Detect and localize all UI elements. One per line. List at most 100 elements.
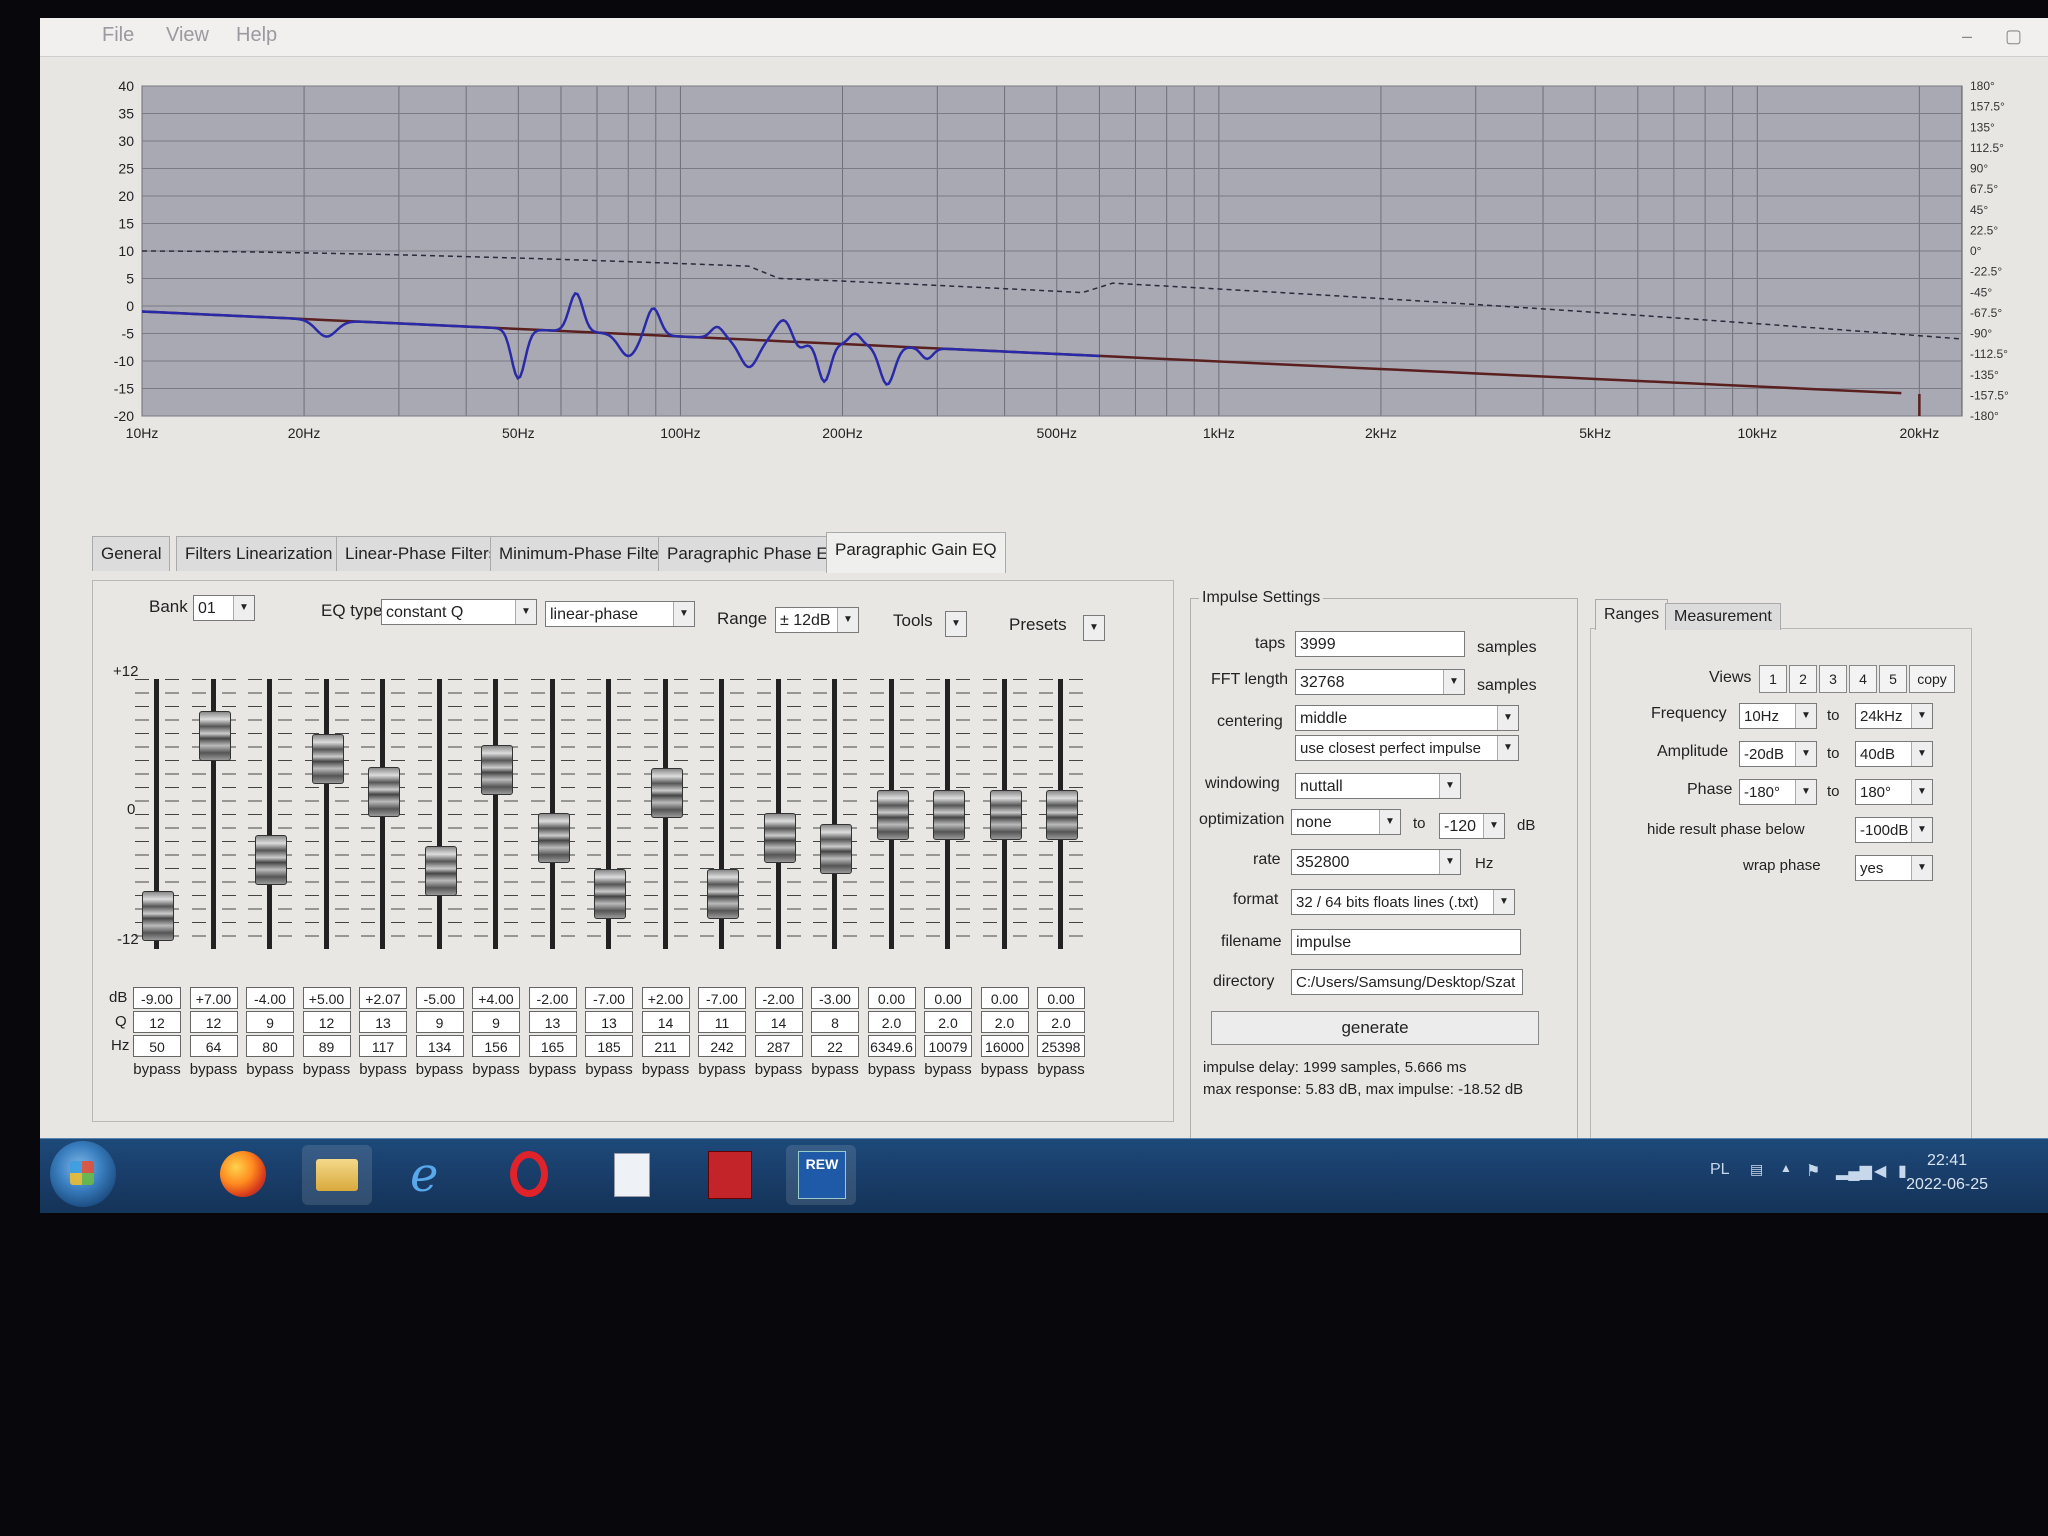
band-freq-field[interactable]: 89 (302, 1035, 351, 1057)
fader-knob[interactable] (763, 812, 796, 863)
rate-select[interactable]: 352800 ▼ (1291, 849, 1461, 875)
tab-filters-linearization[interactable]: Filters Linearization (176, 536, 342, 571)
fader-knob[interactable] (537, 812, 570, 863)
fader-knob[interactable] (707, 868, 739, 919)
filename-input[interactable]: impulse (1291, 929, 1521, 955)
band-bypass-button[interactable]: bypass (242, 1061, 298, 1078)
band-gain-field[interactable]: -7.00 (585, 987, 633, 1009)
band-gain-field[interactable]: -4.00 (246, 987, 294, 1009)
fader-knob[interactable] (368, 766, 400, 817)
view-4-button[interactable]: 4 (1849, 665, 1877, 693)
amplitude-to-select[interactable]: 40dB ▼ (1855, 741, 1933, 767)
band-q-field[interactable]: 12 (189, 1011, 238, 1033)
taps-input[interactable]: 3999 (1295, 631, 1465, 657)
band-bypass-button[interactable]: bypass (186, 1061, 242, 1078)
format-select[interactable]: 32 / 64 bits floats lines (.txt) ▼ (1291, 889, 1515, 915)
band-gain-field[interactable]: +5.00 (302, 987, 351, 1009)
tab-ranges[interactable]: Ranges (1595, 599, 1669, 630)
menu-file[interactable]: File (102, 24, 134, 47)
fader-knob[interactable] (424, 846, 457, 897)
band-bypass-button[interactable]: bypass (581, 1061, 637, 1078)
fader-knob[interactable] (255, 835, 287, 885)
bank-select[interactable]: 01 ▼ (193, 595, 255, 621)
fader-knob[interactable] (481, 745, 513, 795)
view-5-button[interactable]: 5 (1879, 665, 1907, 693)
tools-menu-button[interactable]: ▼ (945, 611, 967, 637)
fader-knob[interactable] (989, 790, 1022, 840)
frequency-from-select[interactable]: 10Hz ▼ (1739, 703, 1817, 729)
band-gain-field[interactable]: 0.00 (980, 987, 1029, 1009)
tab-general[interactable]: General (92, 536, 171, 571)
band-freq-field[interactable]: 25398 (1037, 1035, 1085, 1057)
optimization-db-select[interactable]: -120 ▼ (1439, 813, 1505, 839)
fader-knob[interactable] (594, 868, 626, 919)
band-q-field[interactable]: 2.0 (980, 1011, 1029, 1033)
band-q-field[interactable]: 2.0 (924, 1011, 972, 1033)
view-2-button[interactable]: 2 (1789, 665, 1817, 693)
frequency-to-select[interactable]: 24kHz ▼ (1855, 703, 1933, 729)
amplitude-from-select[interactable]: -20dB ▼ (1739, 741, 1817, 767)
band-gain-field[interactable]: -2.00 (528, 987, 577, 1009)
band-gain-field[interactable]: +7.00 (189, 987, 238, 1009)
band-q-field[interactable]: 14 (754, 1011, 803, 1033)
hide-phase-select[interactable]: -100dB ▼ (1855, 817, 1933, 843)
band-q-field[interactable]: 13 (528, 1011, 577, 1033)
fader-knob[interactable] (876, 790, 909, 840)
phase-from-select[interactable]: -180° ▼ (1739, 779, 1817, 805)
tab-linear-phase-filters[interactable]: Linear-Phase Filters (336, 536, 507, 571)
band-bypass-button[interactable]: bypass (920, 1061, 976, 1078)
view-1-button[interactable]: 1 (1759, 665, 1787, 693)
rew-icon[interactable]: REW (786, 1145, 856, 1205)
fft-length-select[interactable]: 32768 ▼ (1295, 669, 1465, 695)
band-gain-field[interactable]: 0.00 (924, 987, 972, 1009)
band-freq-field[interactable]: 211 (641, 1035, 690, 1057)
internet-explorer-icon[interactable]: e (400, 1145, 470, 1205)
band-freq-field[interactable]: 134 (415, 1035, 464, 1057)
tray-expand-icon[interactable]: ▲ (1780, 1161, 1792, 1175)
band-freq-field[interactable]: 242 (698, 1035, 746, 1057)
band-freq-field[interactable]: 185 (585, 1035, 633, 1057)
band-bypass-button[interactable]: bypass (129, 1061, 185, 1078)
language-indicator[interactable]: PL (1710, 1161, 1730, 1179)
opera-icon[interactable] (496, 1145, 566, 1205)
tab-paragraphic-gain-eq[interactable]: Paragraphic Gain EQ (826, 532, 1006, 573)
band-freq-field[interactable]: 117 (359, 1035, 407, 1057)
band-bypass-button[interactable]: bypass (525, 1061, 581, 1078)
volume-icon[interactable]: ◀ (1874, 1161, 1886, 1181)
band-q-field[interactable]: 11 (698, 1011, 746, 1033)
band-freq-field[interactable]: 10079 (924, 1035, 972, 1057)
tab-minimum-phase-filters[interactable]: Minimum-Phase Filters (490, 536, 682, 571)
band-gain-field[interactable]: +2.00 (641, 987, 690, 1009)
band-q-field[interactable]: 13 (359, 1011, 407, 1033)
band-q-field[interactable]: 2.0 (1037, 1011, 1085, 1033)
band-gain-field[interactable]: +2.07 (359, 987, 407, 1009)
centering-mode-select[interactable]: use closest perfect impulse ▼ (1295, 735, 1519, 761)
copy-view-button[interactable]: copy (1909, 665, 1955, 693)
centering-select[interactable]: middle ▼ (1295, 705, 1519, 731)
band-gain-field[interactable]: -2.00 (754, 987, 803, 1009)
band-freq-field[interactable]: 64 (189, 1035, 238, 1057)
fader-knob[interactable] (933, 790, 965, 840)
band-bypass-button[interactable]: bypass (355, 1061, 411, 1078)
band-freq-field[interactable]: 165 (528, 1035, 577, 1057)
band-bypass-button[interactable]: bypass (977, 1061, 1033, 1078)
band-gain-field[interactable]: -3.00 (811, 987, 859, 1009)
band-q-field[interactable]: 12 (133, 1011, 181, 1033)
band-q-field[interactable]: 9 (415, 1011, 464, 1033)
band-freq-field[interactable]: 16000 (980, 1035, 1029, 1057)
action-center-flag-icon[interactable]: ⚑ (1806, 1161, 1820, 1181)
phase-to-select[interactable]: 180° ▼ (1855, 779, 1933, 805)
optimization-select[interactable]: none ▼ (1291, 809, 1401, 835)
fader-knob[interactable] (1046, 790, 1078, 840)
band-bypass-button[interactable]: bypass (1033, 1061, 1089, 1078)
band-q-field[interactable]: 9 (472, 1011, 520, 1033)
menu-help[interactable]: Help (236, 24, 277, 47)
band-bypass-button[interactable]: bypass (468, 1061, 524, 1078)
band-freq-field[interactable]: 156 (472, 1035, 520, 1057)
band-bypass-button[interactable]: bypass (299, 1061, 355, 1078)
window-controls[interactable]: – ▢ (1962, 26, 2036, 47)
band-gain-field[interactable]: -5.00 (415, 987, 464, 1009)
clock[interactable]: 22:41 2022-06-25 (1906, 1149, 1988, 1197)
phase-mode-select[interactable]: linear-phase ▼ (545, 601, 695, 627)
fader-knob[interactable] (311, 733, 344, 784)
